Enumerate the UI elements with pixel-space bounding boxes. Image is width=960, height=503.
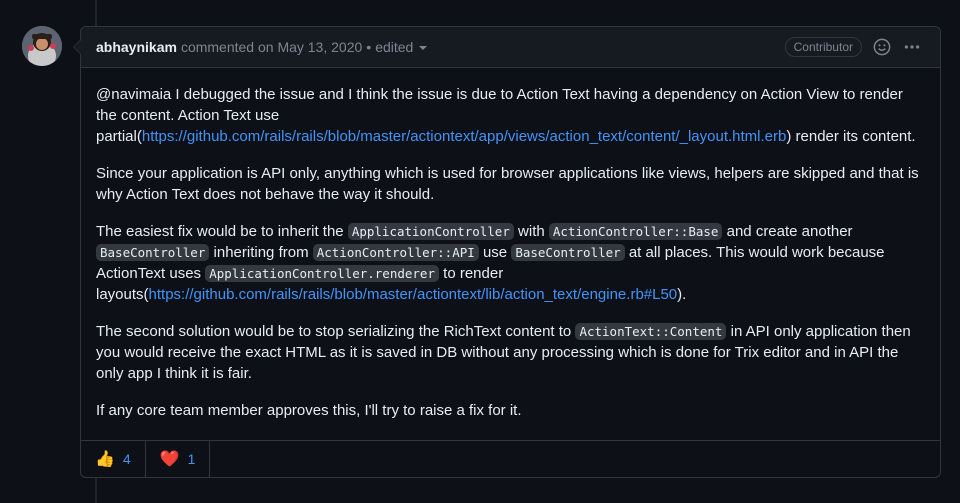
reaction-heart[interactable]: ❤️ 1 <box>146 441 211 477</box>
smiley-icon[interactable] <box>872 37 892 57</box>
header-actions: Contributor <box>784 27 922 67</box>
thumbs-up-icon: 👍 <box>95 451 115 468</box>
chevron-down-icon <box>419 46 428 51</box>
text-span: inheriting from <box>209 244 313 261</box>
edited-label: edited <box>375 39 414 55</box>
separator-dot: • <box>366 39 372 55</box>
heart-icon: ❤️ <box>159 451 180 468</box>
author-link[interactable]: abhaynikam <box>96 39 177 55</box>
avatar[interactable] <box>22 26 62 66</box>
comment-date[interactable]: May 13, 2020 <box>277 39 362 55</box>
text-span: ). <box>677 286 687 303</box>
kebab-menu-icon[interactable] <box>902 37 922 57</box>
text-span: with <box>513 223 549 240</box>
text-span: and create another <box>722 223 853 240</box>
comment-box: abhaynikam commented on May 13, 2020 • e… <box>73 26 941 478</box>
layout-erb-link[interactable]: https://github.com/rails/rails/blob/mast… <box>142 128 787 145</box>
contributor-badge: Contributor <box>784 37 862 57</box>
comment-action: commented on <box>180 39 274 55</box>
avatar-image <box>22 26 62 66</box>
paragraph-5: If any core team member approves this, I… <box>96 402 522 419</box>
reaction-count: 4 <box>122 451 131 467</box>
text-span: The easiest fix would be to inherit the <box>96 223 348 240</box>
reactions-bar: 👍 4 ❤️ 1 <box>81 440 940 477</box>
reaction-count: 1 <box>187 451 196 467</box>
engine-rb-link[interactable]: https://github.com/rails/rails/blob/mast… <box>149 286 678 303</box>
comment-body: @navimaia I debugged the issue and I thi… <box>81 68 940 421</box>
code-renderer: ApplicationController.renderer <box>205 265 439 282</box>
code-action-controller-api: ActionController::API <box>312 244 479 261</box>
paragraph-3: The easiest fix would be to inherit the … <box>96 221 925 305</box>
text-span: ) render its content. <box>786 128 916 145</box>
text-span: The second solution would be to stop ser… <box>96 323 576 340</box>
code-base-controller-2: BaseController <box>511 244 625 261</box>
code-actiontext-content: ActionText::Content <box>575 323 727 340</box>
edited-dropdown[interactable]: edited <box>375 39 428 55</box>
code-base-controller: BaseController <box>96 244 210 261</box>
code-application-controller: ApplicationController <box>347 223 514 240</box>
paragraph-1: @navimaia I debugged the issue and I thi… <box>96 84 925 147</box>
comment-header: abhaynikam commented on May 13, 2020 • e… <box>81 27 940 68</box>
paragraph-2: Since your application is API only, anyt… <box>96 165 919 203</box>
code-action-controller-base: ActionController::Base <box>548 223 723 240</box>
reaction-thumbs-up[interactable]: 👍 4 <box>81 441 146 477</box>
text-span: use <box>478 244 512 261</box>
paragraph-4: The second solution would be to stop ser… <box>96 321 925 384</box>
